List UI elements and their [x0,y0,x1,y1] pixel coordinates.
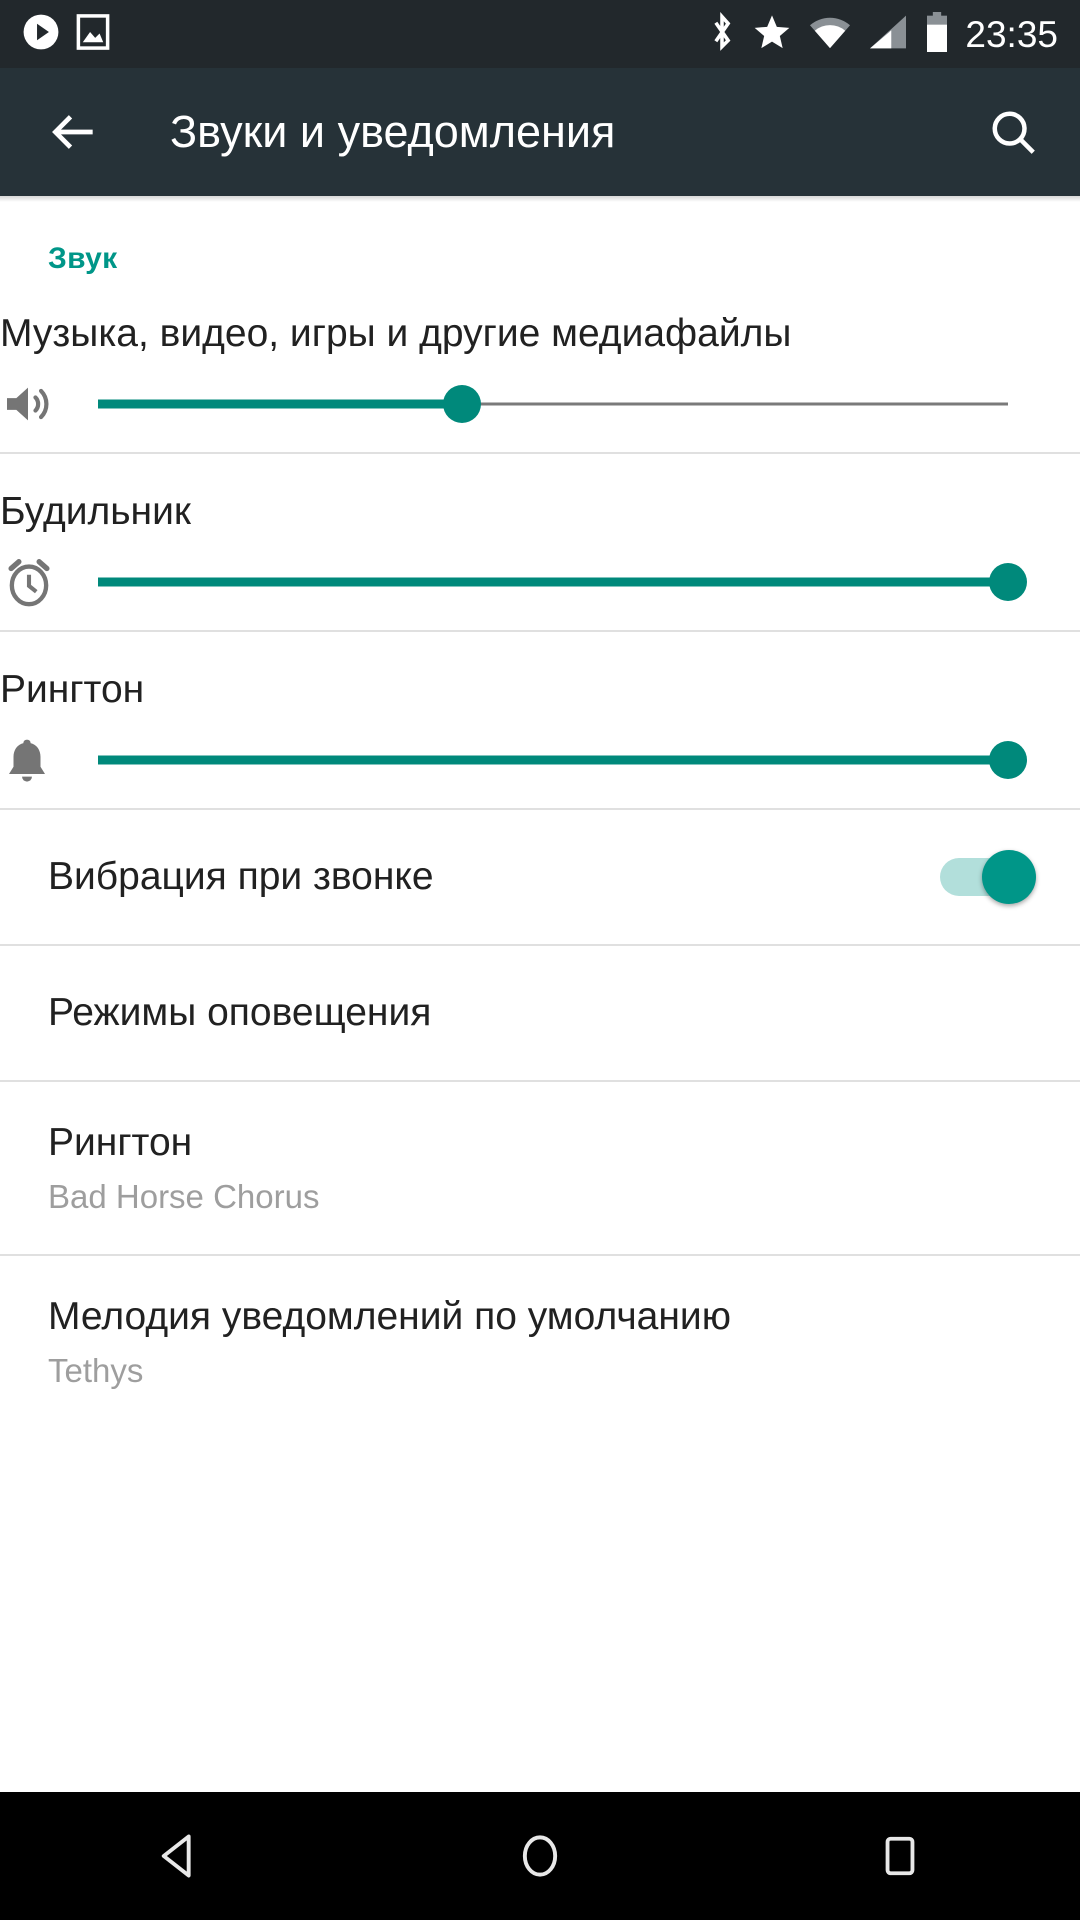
slider-thumb[interactable] [989,741,1027,779]
bluetooth-icon [709,11,735,57]
battery-icon [925,11,949,57]
bell-icon [0,733,70,787]
list-item-title: Мелодия уведомлений по умолчанию [48,1295,731,1339]
nav-recents-icon[interactable] [810,1792,990,1920]
slider-track-fill [98,577,1008,587]
list-item-title: Вибрация при звонке [48,854,434,898]
section-header-sound: Звук [48,242,118,275]
settings-content: Звук Музыка, видео, игры и другие медиаф… [0,196,1080,1920]
slider-thumb[interactable] [443,385,481,423]
slider-label-alarm: Будильник [0,490,191,533]
list-item-title: Рингтон [48,1121,193,1165]
slider-row-ringtone[interactable]: Рингтон [0,632,1080,808]
wifi-icon [809,14,851,55]
slider-row-media[interactable]: Музыка, видео, игры и другие медиафайлы [0,276,1080,452]
toggle-knob [982,850,1036,904]
play-circle-icon [22,13,60,56]
list-item-title: Режимы оповещения [48,990,432,1034]
page-title: Звуки и уведомления [170,106,616,157]
vibrate-on-call-toggle[interactable] [940,850,1036,904]
list-item-subtitle: Bad Horse Chorus [48,1178,320,1216]
list-item-interruptions[interactable]: Режимы оповещения [0,946,1080,1080]
slider-ringtone[interactable] [98,740,1027,780]
app-toolbar: Звуки и уведомления [0,68,1080,196]
slider-label-ringtone: Рингтон [0,668,145,711]
back-arrow-icon[interactable] [46,104,102,160]
status-bar-clock: 23:35 [965,13,1058,55]
screenshot-image-icon [76,13,110,56]
cellular-signal-icon [868,14,908,55]
slider-thumb[interactable] [989,563,1027,601]
list-item-subtitle: Tethys [48,1352,144,1390]
list-item-vibrate-on-call[interactable]: Вибрация при звонке [0,810,1080,944]
list-item-phone-ringtone[interactable]: Рингтон Bad Horse Chorus [0,1082,1080,1254]
alarm-clock-icon [0,553,70,611]
slider-alarm[interactable] [98,562,1027,602]
system-navigation-bar [0,1792,1080,1920]
slider-label-media: Музыка, видео, игры и другие медиафайлы [0,312,792,355]
list-item-default-notification-ringtone[interactable]: Мелодия уведомлений по умолчанию Tethys [0,1256,1080,1428]
status-bar-left-icons [22,13,110,56]
slider-track-fill [98,399,462,409]
status-bar-right-icons [709,11,949,57]
slider-row-alarm[interactable]: Будильник [0,454,1080,630]
nav-back-icon[interactable] [90,1792,270,1920]
slider-media[interactable] [98,384,1008,424]
priority-star-icon [752,12,792,57]
volume-up-icon [0,376,70,432]
status-bar: 23:35 [0,0,1080,68]
search-icon[interactable] [986,105,1040,159]
nav-home-icon[interactable] [450,1792,630,1920]
slider-track-fill [98,755,1008,765]
